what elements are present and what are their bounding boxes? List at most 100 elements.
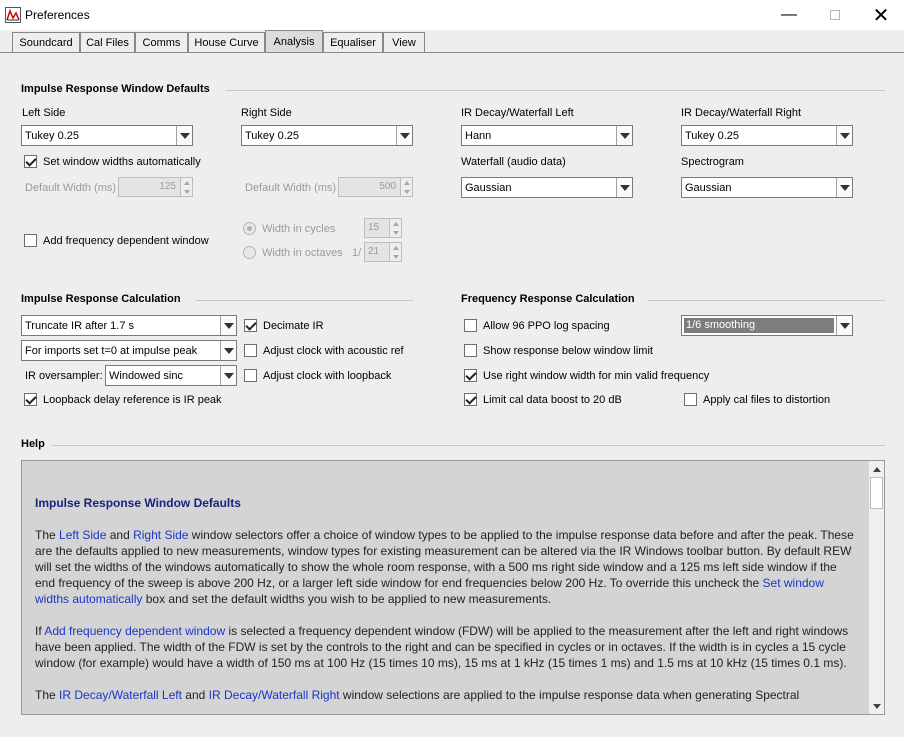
default-width-right-value: 500 xyxy=(338,177,401,197)
chevron-down-icon xyxy=(220,316,236,335)
decimate-checkbox[interactable] xyxy=(244,319,257,332)
spinner-up-icon[interactable] xyxy=(390,219,401,228)
spinner-down-icon[interactable] xyxy=(390,252,401,261)
adjust-loopback-checkbox[interactable] xyxy=(244,369,257,382)
help-text: The xyxy=(35,528,60,542)
frc-heading: Frequency Response Calculation xyxy=(461,293,635,305)
close-button[interactable]: ✕ xyxy=(858,0,904,30)
limit-cal-label: Limit cal data boost to 20 dB xyxy=(483,394,622,406)
help-divider xyxy=(52,445,885,446)
smoothing-select[interactable]: 1/6 smoothing xyxy=(681,315,853,336)
waterfall-value: Gaussian xyxy=(465,181,512,194)
oversampler-label: IR oversampler: xyxy=(25,370,103,382)
oversampler-select[interactable]: Windowed sinc xyxy=(105,365,237,386)
spinner-down-icon[interactable] xyxy=(401,187,412,196)
help-link[interactable]: Left Side xyxy=(59,528,106,542)
chevron-down-icon xyxy=(836,126,852,145)
width-octaves-label: Width in octaves xyxy=(262,247,343,259)
spectrogram-select[interactable]: Gaussian xyxy=(681,177,853,198)
scroll-up-icon[interactable] xyxy=(869,461,884,477)
minimize-button[interactable]: — xyxy=(766,0,812,30)
minimize-icon: — xyxy=(781,6,797,23)
spinner-down-icon[interactable] xyxy=(390,228,401,237)
left-side-select[interactable]: Tukey 0.25 xyxy=(21,125,193,146)
tab-soundcard[interactable]: Soundcard xyxy=(12,32,80,53)
adjust-acoustic-checkbox[interactable] xyxy=(244,344,257,357)
show-below-label: Show response below window limit xyxy=(483,345,653,357)
help-link[interactable]: IR Decay/Waterfall Right xyxy=(209,688,340,702)
adjust-acoustic-label: Adjust clock with acoustic ref xyxy=(263,345,404,357)
left-side-value: Tukey 0.25 xyxy=(25,129,80,142)
oversampler-value: Windowed sinc xyxy=(109,369,183,382)
imports-select[interactable]: For imports set t=0 at impulse peak xyxy=(21,340,237,361)
waterfall-select[interactable]: Gaussian xyxy=(461,177,633,198)
tab-cal-files[interactable]: Cal Files xyxy=(80,32,135,53)
apply-cal-checkbox[interactable] xyxy=(684,393,697,406)
default-width-right-spinner[interactable]: 500 xyxy=(338,177,413,197)
irwd-heading: Impulse Response Window Defaults xyxy=(21,83,210,95)
chevron-down-icon xyxy=(836,178,852,197)
maximize-button[interactable] xyxy=(812,0,858,30)
chevron-down-icon xyxy=(220,341,236,360)
scroll-down-icon[interactable] xyxy=(869,698,884,714)
apply-cal-label: Apply cal files to distortion xyxy=(703,394,831,406)
imports-value: For imports set t=0 at impulse peak xyxy=(25,344,198,357)
width-cycles-spinner[interactable]: 15 xyxy=(364,218,402,238)
chevron-down-icon xyxy=(176,126,192,145)
help-link[interactable]: Right Side xyxy=(133,528,188,542)
title-bar: Preferences — ✕ xyxy=(0,0,904,30)
spinner-up-icon[interactable] xyxy=(181,178,192,187)
show-below-checkbox[interactable] xyxy=(464,344,477,357)
help-paragraph-3: The IR Decay/Waterfall Left and IR Decay… xyxy=(35,687,857,703)
scroll-thumb[interactable] xyxy=(870,477,883,509)
help-scrollbar[interactable] xyxy=(869,460,885,715)
default-width-left-value: 125 xyxy=(118,177,181,197)
allow96-checkbox[interactable] xyxy=(464,319,477,332)
tab-view[interactable]: View xyxy=(383,32,425,53)
spinner-down-icon[interactable] xyxy=(181,187,192,196)
loopback-checkbox[interactable] xyxy=(24,393,37,406)
ir-decay-right-select[interactable]: Tukey 0.25 xyxy=(681,125,853,146)
spectrogram-label: Spectrogram xyxy=(681,156,744,168)
right-side-value: Tukey 0.25 xyxy=(245,129,300,142)
help-text: and xyxy=(106,528,134,542)
help-heading: Help xyxy=(21,438,45,450)
right-side-label: Right Side xyxy=(241,107,292,119)
irc-heading: Impulse Response Calculation xyxy=(21,293,181,305)
spinner-up-icon[interactable] xyxy=(401,178,412,187)
tab-equaliser[interactable]: Equaliser xyxy=(323,32,383,53)
ir-decay-left-select[interactable]: Hann xyxy=(461,125,633,146)
use-right-checkbox[interactable] xyxy=(464,369,477,382)
set-auto-checkbox[interactable] xyxy=(24,155,37,168)
default-width-right-label: Default Width (ms) xyxy=(245,182,337,194)
width-cycles-radio[interactable] xyxy=(243,222,256,235)
tab-house-curve[interactable]: House Curve xyxy=(188,32,265,53)
help-panel[interactable]: Impulse Response Window Defaults The Lef… xyxy=(21,460,870,715)
decimate-label: Decimate IR xyxy=(263,320,324,332)
limit-cal-checkbox[interactable] xyxy=(464,393,477,406)
spinner-up-icon[interactable] xyxy=(390,243,401,252)
help-paragraph-2: If Add frequency dependent window is sel… xyxy=(35,623,857,671)
help-text: If xyxy=(35,624,45,638)
smoothing-value: 1/6 smoothing xyxy=(684,318,834,333)
adjust-loopback-label: Adjust clock with loopback xyxy=(263,370,392,382)
truncate-select[interactable]: Truncate IR after 1.7 s xyxy=(21,315,237,336)
tab-divider xyxy=(0,52,904,53)
app-icon xyxy=(5,7,21,23)
chevron-down-icon xyxy=(616,178,632,197)
help-paragraph-1: The Left Side and Right Side window sele… xyxy=(35,527,857,607)
width-octaves-radio[interactable] xyxy=(243,246,256,259)
tab-analysis[interactable]: Analysis xyxy=(265,30,323,53)
tab-strip: Soundcard Cal Files Comms House Curve An… xyxy=(0,30,904,53)
help-link[interactable]: Add frequency dependent window xyxy=(44,624,225,638)
width-octaves-spinner[interactable]: 21 xyxy=(364,242,402,262)
tab-comms[interactable]: Comms xyxy=(135,32,188,53)
frc-divider xyxy=(648,300,885,301)
chevron-down-icon xyxy=(220,366,236,385)
help-link[interactable]: IR Decay/Waterfall Left xyxy=(59,688,182,702)
add-fdw-checkbox[interactable] xyxy=(24,234,37,247)
default-width-left-spinner[interactable]: 125 xyxy=(118,177,193,197)
right-side-select[interactable]: Tukey 0.25 xyxy=(241,125,413,146)
width-cycles-label: Width in cycles xyxy=(262,223,336,235)
close-icon: ✕ xyxy=(872,4,890,27)
